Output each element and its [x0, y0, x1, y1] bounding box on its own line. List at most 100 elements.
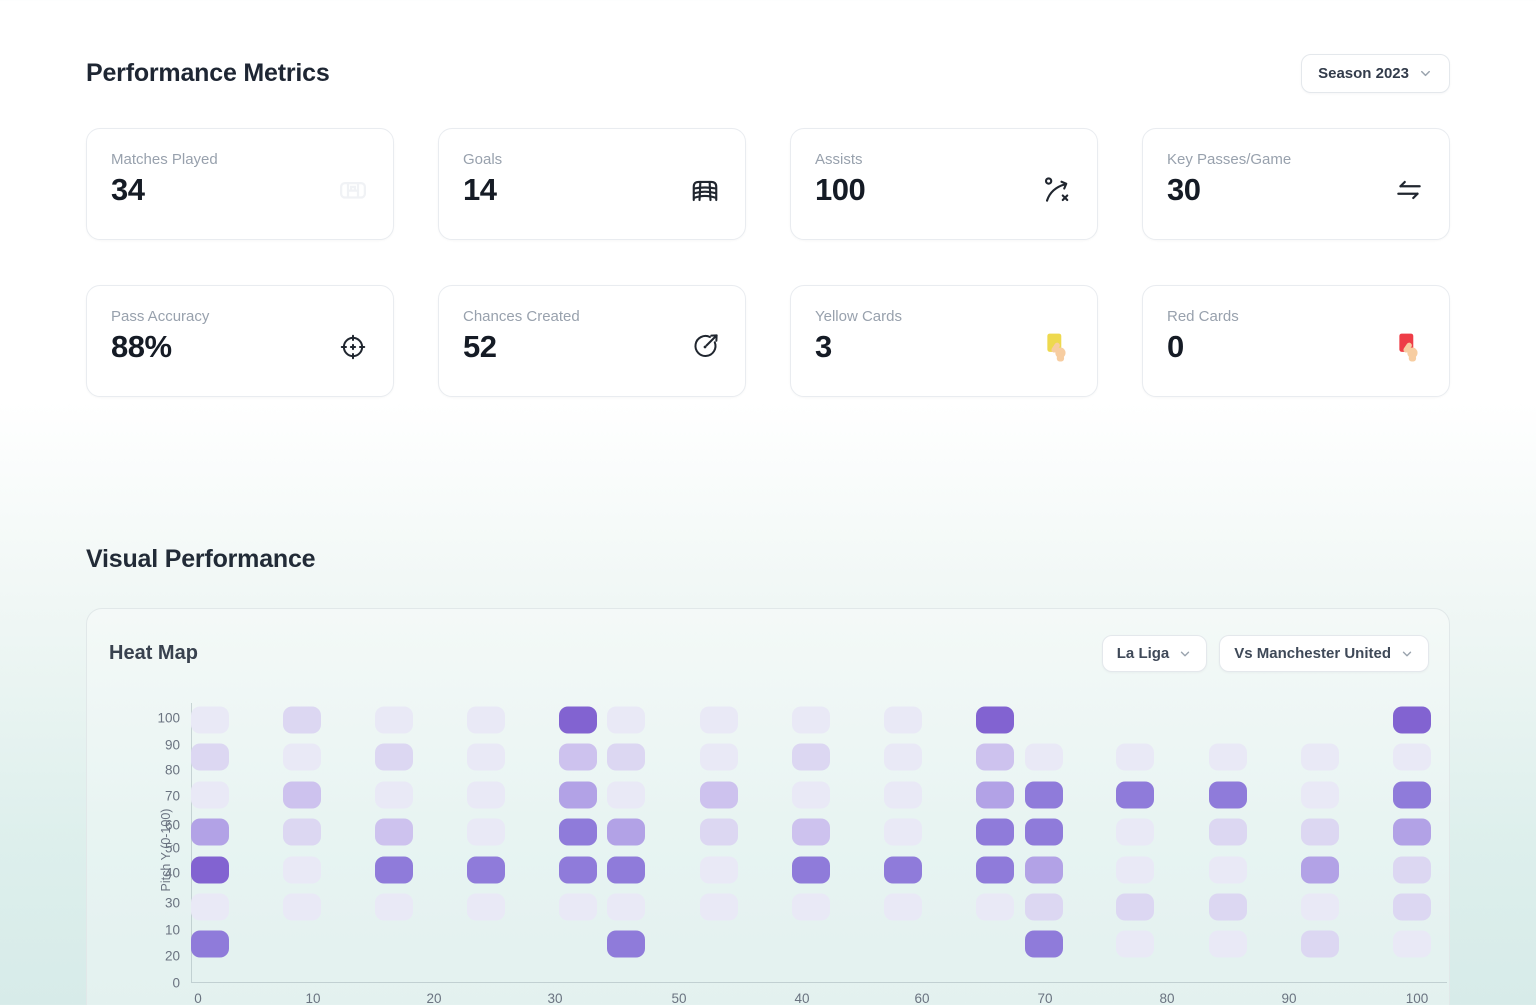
metric-card-goals: Goals 14: [438, 128, 746, 240]
metric-label: Pass Accuracy: [111, 308, 369, 325]
heatmap-cell: [1116, 931, 1154, 958]
heatmap-cell: [700, 857, 738, 884]
x-tick-label: 100: [1406, 991, 1429, 1005]
metric-value: 100: [815, 172, 865, 208]
heatmap-plot: Pitch Y (0-100) 100908070605040301020001…: [191, 703, 1447, 983]
metric-label: Goals: [463, 151, 721, 168]
heatmap-cell: [607, 744, 645, 771]
heatmap-cell: [792, 782, 830, 809]
heatmap-cell: [792, 744, 830, 771]
target-arrow-icon: [689, 331, 721, 363]
heatmap-cell: [375, 744, 413, 771]
y-tick-label: 60: [165, 818, 180, 833]
heatmap-cell: [559, 707, 597, 734]
heatmap-card: Heat Map La Liga Vs Manchester United Pi…: [86, 608, 1450, 1005]
heatmap-cell: [1393, 819, 1431, 846]
heatmap-cell: [700, 782, 738, 809]
page-title: Performance Metrics: [86, 59, 330, 88]
heatmap-cell: [283, 894, 321, 921]
x-tick-label: 0: [194, 991, 202, 1005]
heatmap-cell: [1301, 782, 1339, 809]
heatmap-cell: [191, 744, 229, 771]
heatmap-cell: [607, 857, 645, 884]
chevron-down-icon: [1178, 647, 1192, 661]
heatmap-cell: [792, 819, 830, 846]
heatmap-cell: [1116, 857, 1154, 884]
heatmap-cell: [283, 707, 321, 734]
yellow-card-icon: [1041, 331, 1073, 363]
heatmap-cell: [1025, 894, 1063, 921]
metric-card-key-passes: Key Passes/Game 30: [1142, 128, 1450, 240]
y-tick-label: 20: [165, 949, 180, 964]
heatmap-cell: [1301, 857, 1339, 884]
heatmap-cell: [1393, 707, 1431, 734]
heatmap-cell: [467, 819, 505, 846]
heatmap-cell: [375, 819, 413, 846]
season-selector-label: Season 2023: [1318, 65, 1409, 82]
chevron-down-icon: [1418, 66, 1433, 81]
heatmap-cell: [191, 782, 229, 809]
x-tick-label: 50: [671, 991, 686, 1005]
heatmap-cell: [559, 857, 597, 884]
metrics-grid: Matches Played 34 Goals 14: [86, 128, 1450, 397]
heatmap-cell: [1209, 744, 1247, 771]
heatmap-cell: [976, 707, 1014, 734]
y-tick-label: 100: [157, 711, 180, 726]
heatmap-cell: [283, 819, 321, 846]
league-filter[interactable]: La Liga: [1102, 635, 1208, 672]
heatmap-cell: [1025, 857, 1063, 884]
heatmap-cell: [1209, 894, 1247, 921]
x-tick-label: 20: [426, 991, 441, 1005]
league-filter-label: La Liga: [1117, 645, 1170, 662]
y-tick-label: 90: [165, 738, 180, 753]
metric-label: Assists: [815, 151, 1073, 168]
heatmap-cell: [1116, 894, 1154, 921]
heatmap-cell: [375, 857, 413, 884]
heatmap-cell: [607, 894, 645, 921]
heatmap-cell: [1116, 744, 1154, 771]
y-tick-label: 30: [165, 896, 180, 911]
goal-net-icon: [689, 174, 721, 206]
metric-label: Chances Created: [463, 308, 721, 325]
heatmap-cell: [559, 744, 597, 771]
heatmap-cell: [467, 782, 505, 809]
heatmap-cell: [467, 707, 505, 734]
heatmap-cell: [1393, 931, 1431, 958]
heatmap-filters: La Liga Vs Manchester United: [1102, 635, 1429, 672]
heatmap-cell: [283, 744, 321, 771]
heatmap-cell: [1301, 894, 1339, 921]
metric-label: Red Cards: [1167, 308, 1425, 325]
metric-value: 14: [463, 172, 496, 208]
metric-card-red-cards: Red Cards 0: [1142, 285, 1450, 397]
opponent-filter-label: Vs Manchester United: [1234, 645, 1391, 662]
heatmap-cell: [976, 744, 1014, 771]
heatmap-cell: [1301, 744, 1339, 771]
metric-value: 30: [1167, 172, 1200, 208]
heatmap-cell: [1209, 931, 1247, 958]
dashboard: Performance Metrics Season 2023 Matches …: [0, 0, 1536, 1005]
heatmap-cell: [1025, 744, 1063, 771]
heatmap-cell: [607, 931, 645, 958]
x-tick-label: 60: [914, 991, 929, 1005]
heatmap-cell: [884, 744, 922, 771]
heatmap-cell: [191, 819, 229, 846]
heatmap-cell: [884, 707, 922, 734]
stadium-icon: [337, 174, 369, 206]
heatmap-cell: [559, 819, 597, 846]
heatmap-cell: [1025, 931, 1063, 958]
heatmap-cell: [559, 894, 597, 921]
x-tick-label: 70: [1037, 991, 1052, 1005]
heatmap-cell: [1393, 782, 1431, 809]
metric-card-chances-created: Chances Created 52: [438, 285, 746, 397]
season-selector[interactable]: Season 2023: [1301, 54, 1450, 93]
heatmap-cell: [884, 782, 922, 809]
heatmap-cell: [1116, 819, 1154, 846]
heatmap-title: Heat Map: [109, 642, 198, 665]
opponent-filter[interactable]: Vs Manchester United: [1219, 635, 1429, 672]
y-tick-label: 40: [165, 866, 180, 881]
heatmap-cell: [607, 707, 645, 734]
heatmap-cell: [792, 857, 830, 884]
y-tick-label: 50: [165, 841, 180, 856]
tactics-icon: [1041, 174, 1073, 206]
heatmap-cell: [467, 744, 505, 771]
